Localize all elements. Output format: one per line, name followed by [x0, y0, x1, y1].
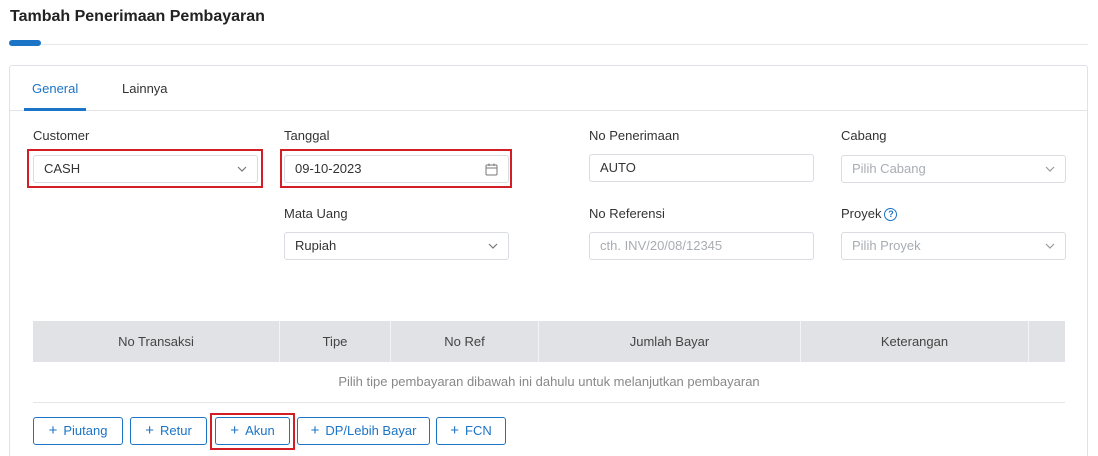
highlight-akun — [210, 413, 295, 450]
add-fcn-button[interactable]: + FCN — [436, 417, 506, 445]
highlight-customer — [27, 149, 263, 188]
payment-table-header: No Transaksi Tipe No Ref Jumlah Bayar Ke… — [33, 321, 1065, 362]
proyek-label-text: Proyek — [841, 206, 882, 221]
cabang-select[interactable]: Pilih Cabang — [841, 155, 1066, 183]
column-header-actions — [1029, 321, 1065, 362]
column-header-tipe: Tipe — [280, 321, 391, 362]
title-accent-bar — [9, 40, 41, 46]
page-title: Tambah Penerimaan Pembayaran — [10, 8, 265, 25]
proyek-placeholder: Pilih Proyek — [852, 238, 921, 253]
add-dp-lebih-bayar-button[interactable]: + DP/Lebih Bayar — [297, 417, 430, 445]
no-penerimaan-value: AUTO — [600, 160, 636, 175]
add-dp-label: DP/Lebih Bayar — [325, 423, 417, 438]
plus-icon: + — [145, 422, 154, 439]
column-header-no-ref: No Ref — [391, 321, 539, 362]
no-referensi-placeholder: cth. INV/20/08/12345 — [600, 238, 723, 253]
no-referensi-input[interactable]: cth. INV/20/08/12345 — [589, 232, 814, 260]
no-referensi-label: No Referensi — [589, 206, 665, 221]
help-circle-icon[interactable]: ? — [884, 208, 898, 221]
customer-label: Customer — [33, 128, 90, 143]
table-empty-message: Pilih tipe pembayaran dibawah ini dahulu… — [33, 362, 1065, 403]
chevron-down-icon — [1045, 166, 1055, 172]
add-piutang-label: Piutang — [63, 423, 108, 438]
chevron-down-icon — [1045, 243, 1055, 249]
mata-uang-select[interactable]: Rupiah — [284, 232, 509, 260]
highlight-tanggal — [280, 149, 512, 188]
add-piutang-button[interactable]: + Piutang — [33, 417, 123, 445]
add-retur-button[interactable]: + Retur — [130, 417, 207, 445]
tab-bar: General Lainnya — [10, 66, 1087, 111]
active-tab-indicator — [24, 108, 86, 111]
cabang-placeholder: Pilih Cabang — [852, 161, 926, 176]
proyek-select[interactable]: Pilih Proyek — [841, 232, 1066, 260]
plus-icon: + — [48, 422, 58, 439]
chevron-down-icon — [488, 243, 498, 249]
column-header-no-transaksi: No Transaksi — [33, 321, 280, 362]
tanggal-label: Tanggal — [284, 128, 330, 143]
tab-general[interactable]: General — [32, 81, 78, 96]
proyek-label: Proyek? — [841, 206, 898, 221]
mata-uang-value: Rupiah — [295, 238, 337, 253]
add-fcn-label: FCN — [465, 423, 492, 438]
mata-uang-label: Mata Uang — [284, 206, 348, 221]
cabang-label: Cabang — [841, 128, 887, 143]
form-card: General Lainnya Customer CASH Tanggal 09… — [9, 65, 1088, 456]
add-retur-label: Retur — [159, 423, 192, 438]
plus-icon: + — [450, 422, 460, 439]
tab-lainnya[interactable]: Lainnya — [122, 81, 168, 96]
no-penerimaan-label: No Penerimaan — [589, 128, 680, 143]
column-header-jumlah-bayar: Jumlah Bayar — [539, 321, 801, 362]
plus-icon: + — [310, 422, 320, 439]
title-divider — [9, 44, 1088, 45]
no-penerimaan-input[interactable]: AUTO — [589, 154, 814, 182]
column-header-keterangan: Keterangan — [801, 321, 1029, 362]
